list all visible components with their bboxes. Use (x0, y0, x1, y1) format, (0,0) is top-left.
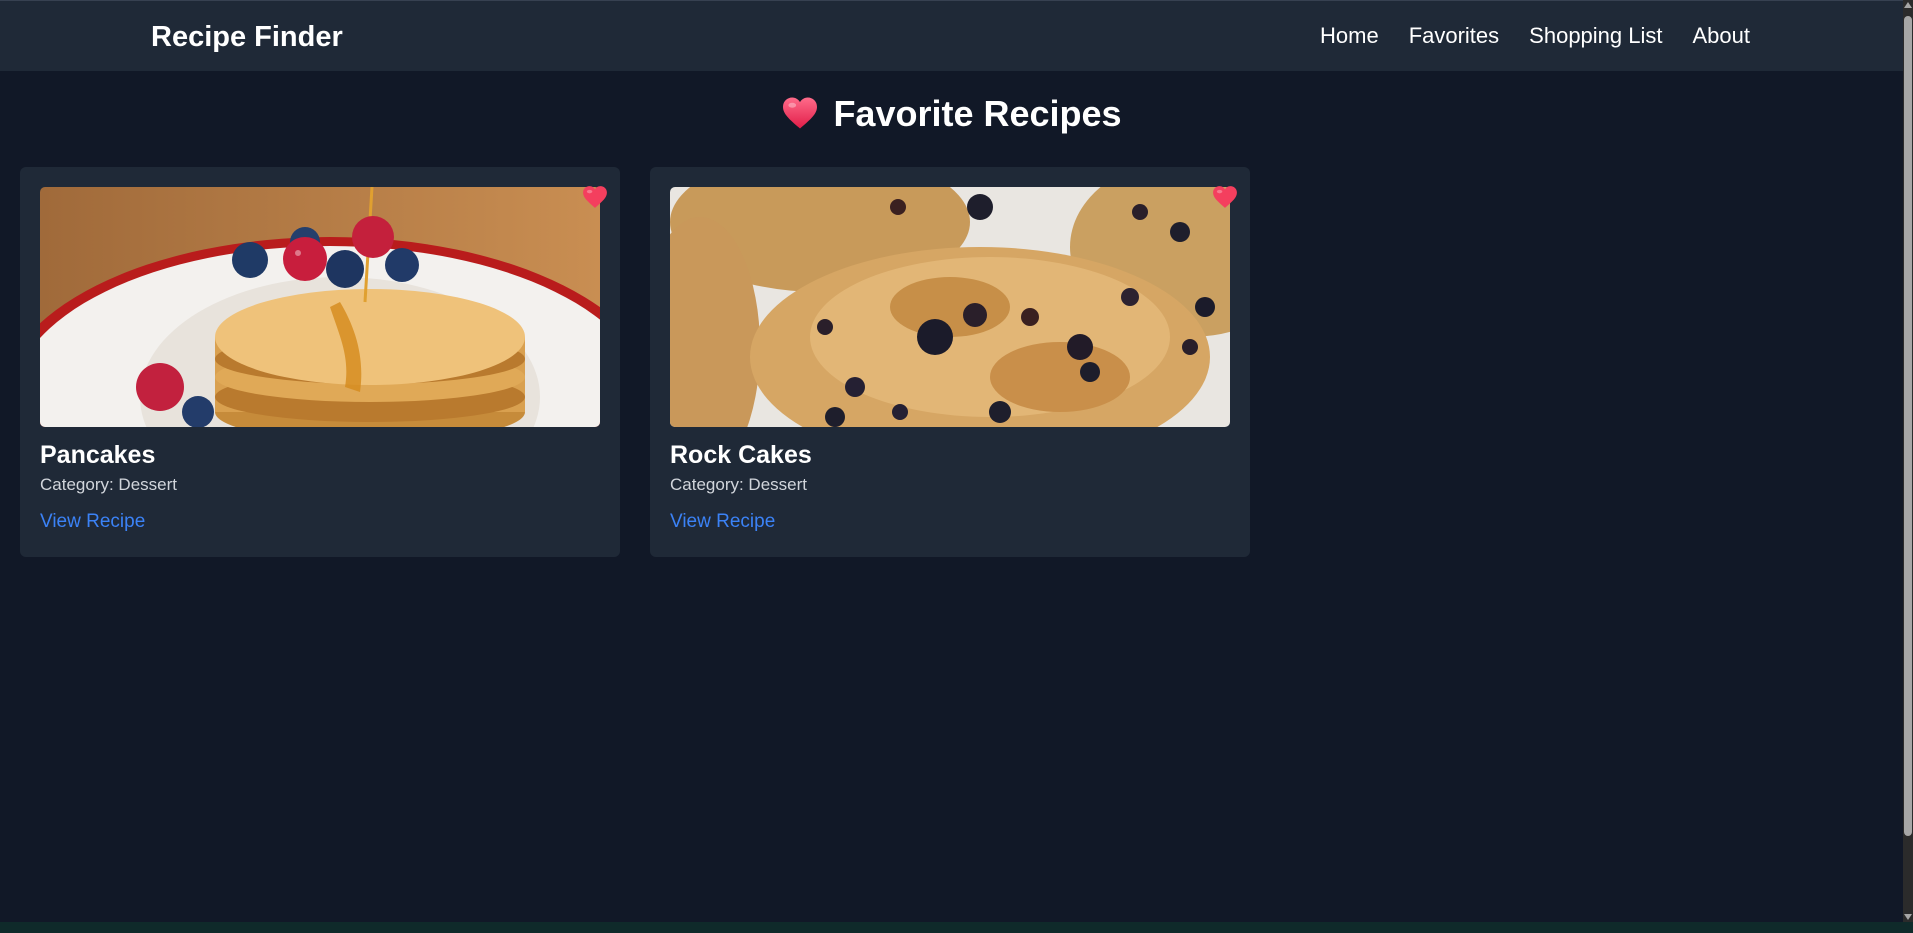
recipe-category: Category: Dessert (670, 475, 807, 494)
recipe-category: Category: Dessert (40, 475, 177, 494)
heart-icon[interactable] (1212, 185, 1238, 209)
page-title-row: Favorite Recipes (0, 93, 1903, 135)
nav-favorites-link[interactable]: Favorites (1409, 23, 1499, 49)
scroll-down-arrow-icon[interactable] (1904, 914, 1912, 920)
view-recipe-link[interactable]: View Recipe (670, 511, 775, 533)
taskbar-strip (0, 922, 1913, 933)
recipe-title: Pancakes (40, 441, 156, 469)
pancakes-photo (40, 187, 600, 427)
favorites-grid: Pancakes Category: Dessert View Recipe R… (20, 167, 1250, 557)
pancakes-image (40, 187, 600, 427)
recipe-title: Rock Cakes (670, 441, 812, 469)
brand-logo[interactable]: Recipe Finder (151, 21, 343, 54)
rock-cakes-image (670, 187, 1230, 427)
main-nav: Home Favorites Shopping List About (1320, 23, 1750, 49)
nav-shopping-list-link[interactable]: Shopping List (1529, 23, 1662, 49)
scrollbar-thumb[interactable] (1904, 16, 1912, 836)
nav-about-link[interactable]: About (1693, 23, 1751, 49)
rock-cakes-photo (670, 187, 1230, 427)
recipe-card: Rock Cakes Category: Dessert View Recipe (650, 167, 1250, 557)
heart-icon[interactable] (582, 185, 608, 209)
scroll-up-arrow-icon[interactable] (1904, 2, 1912, 8)
view-recipe-link[interactable]: View Recipe (40, 511, 145, 533)
top-navbar: Recipe Finder Home Favorites Shopping Li… (0, 0, 1903, 71)
nav-home-link[interactable]: Home (1320, 23, 1379, 49)
vertical-scrollbar[interactable] (1903, 0, 1913, 922)
page-title: Favorite Recipes (833, 93, 1122, 134)
recipe-card: Pancakes Category: Dessert View Recipe (20, 167, 620, 557)
heart-icon (783, 98, 818, 129)
